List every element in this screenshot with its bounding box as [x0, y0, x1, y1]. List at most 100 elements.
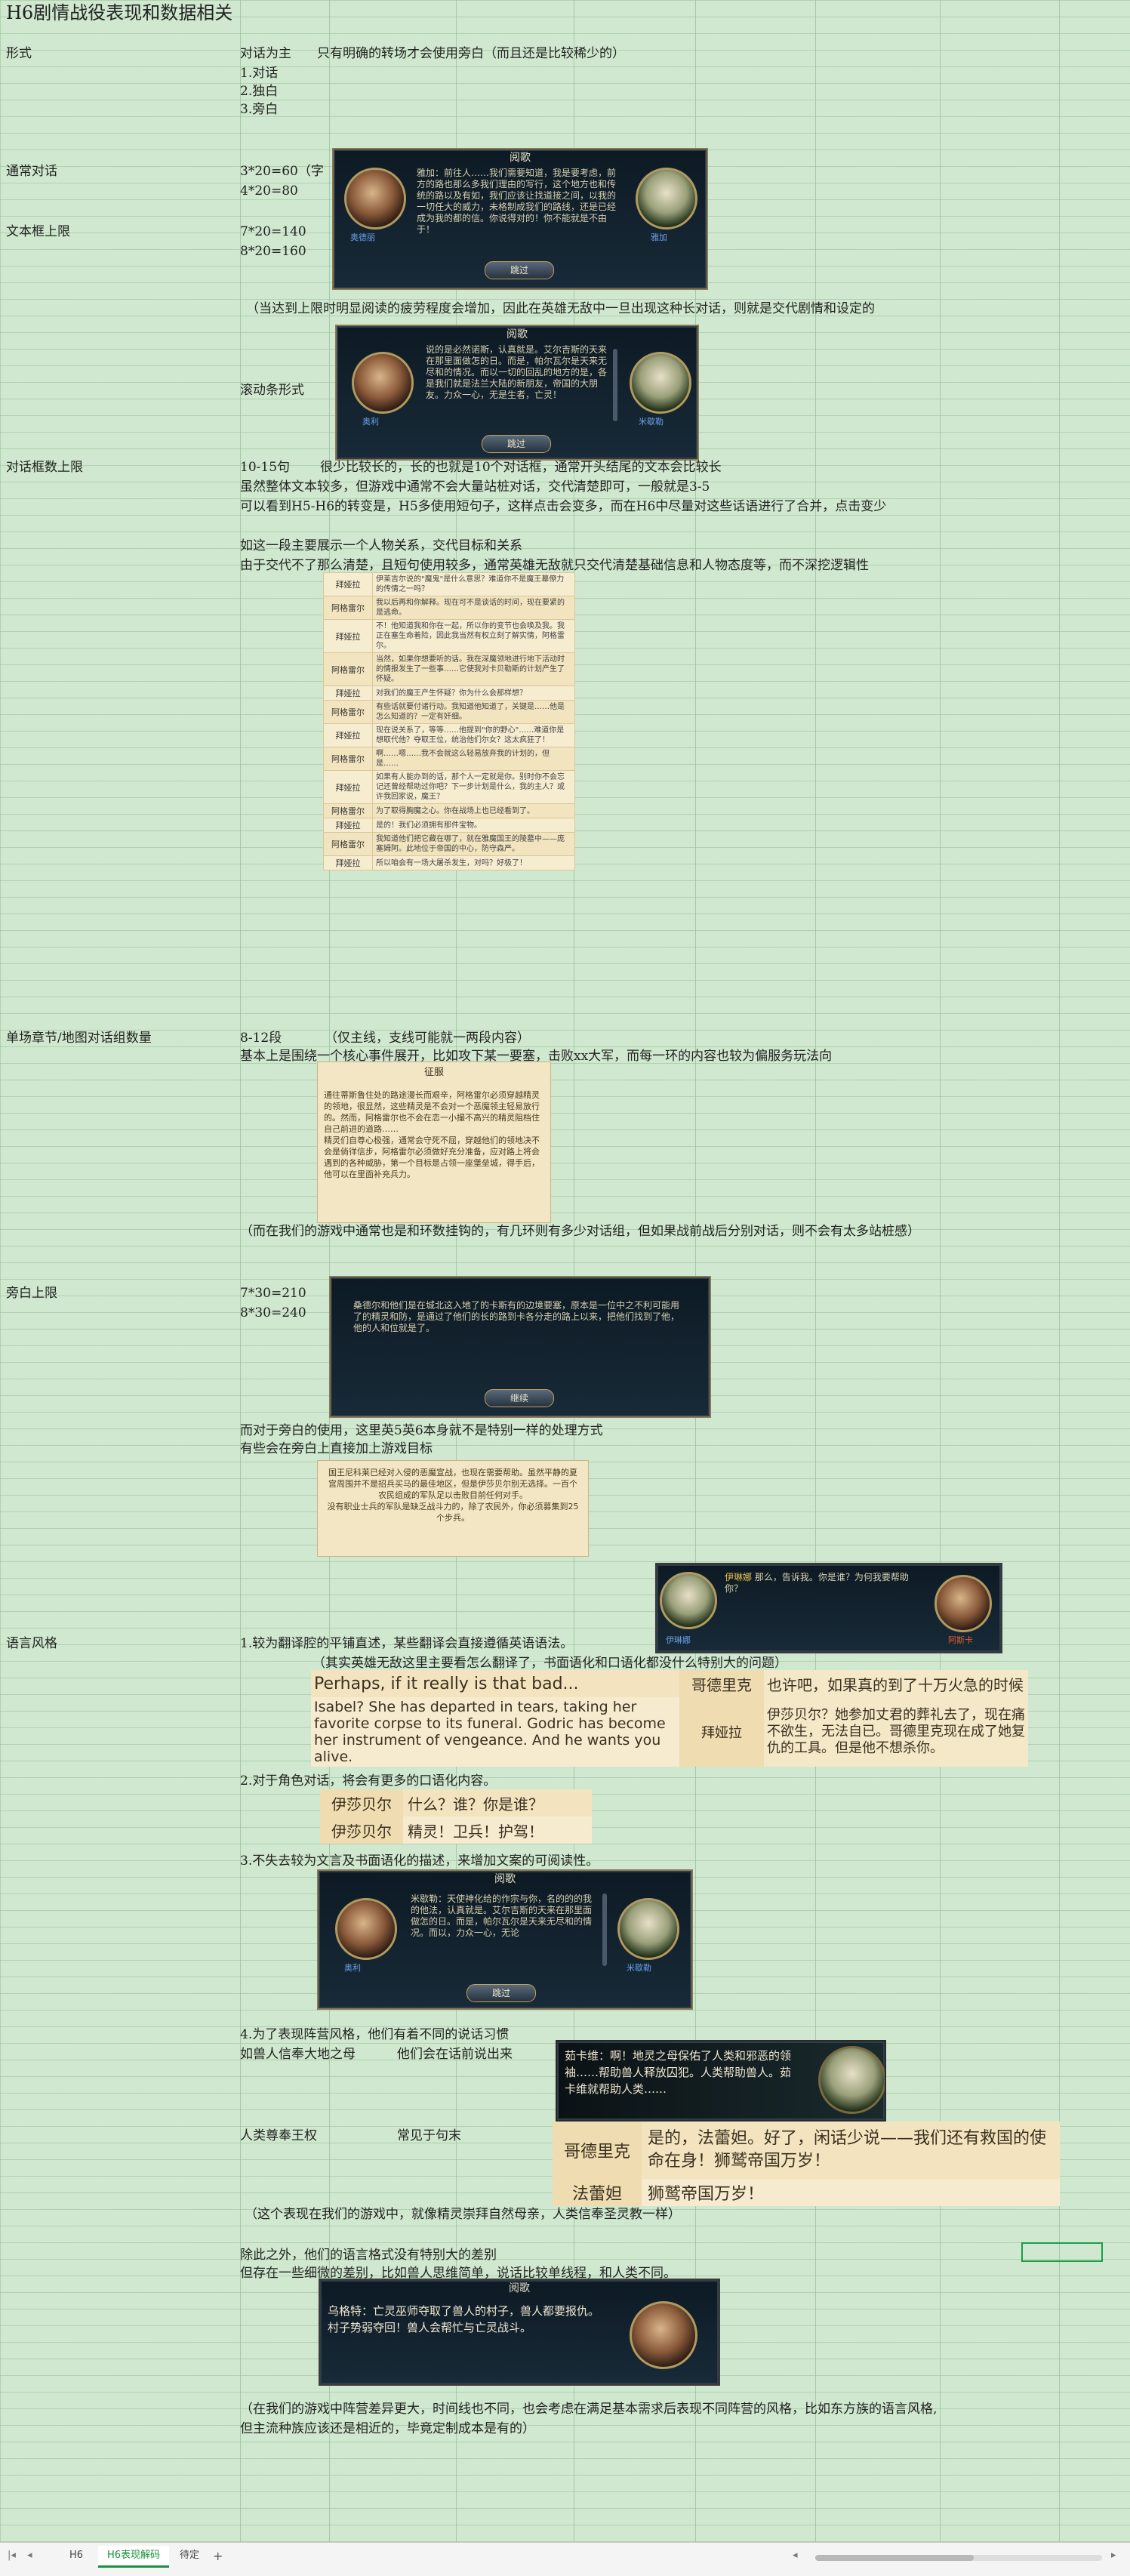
english-line: Perhaps, if it really is that bad...	[314, 1674, 579, 1693]
form-item: 2.独白	[240, 84, 279, 99]
speaker: 拜娅拉	[323, 770, 373, 804]
style-example: 人类尊奉王权	[240, 2128, 317, 2143]
speaker: 拜娅拉	[323, 723, 373, 747]
sheet-tab-active[interactable]: H6表现解码	[98, 2546, 170, 2568]
dialog-line: 啊……嗯……我不会就这么轻易放弃我的计划的，但是……	[372, 747, 575, 771]
scroll-left-icon[interactable]: ◂	[793, 2550, 798, 2561]
scrollbar-thumb[interactable]	[815, 2555, 974, 2561]
table-row: 阿格雷尔 啊……嗯……我不会就这么轻易放弃我的计划的，但是……	[323, 747, 575, 771]
row-label-count: 对话框数上限	[6, 460, 83, 475]
dialog-text: 通往蒂斯鲁住处的路途漫长而艰辛，阿格雷尔必须穿越精灵的领地，很显然，这些精灵是不…	[324, 1090, 540, 1179]
skip-button: 跳过	[466, 1984, 536, 2002]
dialog-line: 所以咱会有一场大屠杀发生，对吗？好极了！	[372, 855, 575, 870]
row-label-narration: 旁白上限	[6, 1286, 57, 1301]
style-note: （这个表现在我们的游戏中，就像精灵崇拜自然母亲，人类信奉圣灵教一样）	[245, 2207, 681, 2222]
dialog-line: 我以后再和你解释。现在可不是谈话的时间，现在要紧的是逃命。	[372, 596, 575, 620]
portrait-name: 雅加	[651, 233, 667, 242]
form-cell: 对话为主	[240, 46, 291, 61]
style-note: 1.较为翻译腔的平铺直述，某些翻译会直接遵循英语语法。	[240, 1636, 574, 1651]
dialog-line: 有些话就要付诸行动。我知道他知道了，关键是……他是怎么知道的？一定有奸细。	[372, 700, 575, 724]
dialog-scrollbar	[602, 1893, 607, 1966]
portrait-name: 伊琳娜	[666, 1635, 691, 1645]
nav-prev-icon[interactable]: ◂	[27, 2550, 32, 2561]
scroll-right-icon[interactable]: ▸	[1111, 2550, 1116, 2561]
scroll-form-label: 滚动条形式	[240, 383, 304, 398]
speaker: 拜娅拉	[323, 572, 373, 596]
speaker: 伊莎贝尔	[320, 1789, 403, 1816]
dialog-transcript-table: 拜娅拉 伊莱吉尔说的"魔鬼"是什么意思？难道你不是魔王幕僚力的传情之一吗？ 阿格雷尔…	[323, 572, 575, 870]
dialog-line: 不！他知道我和你在一起，所以你的变节也会唤及我。我正在塞生命着险，因此我当然有权…	[372, 619, 575, 653]
sheet-tab[interactable]: 待定	[171, 2546, 208, 2565]
style-note: （其实英雄无敌这里主要看怎么翻译了，书面语化和口语化都没什么特别大的问题）	[313, 1656, 787, 1671]
add-sheet-button[interactable]: +	[213, 2549, 223, 2563]
selected-cell[interactable]	[1021, 2242, 1103, 2262]
speaker-name: 伊琳娜	[725, 1572, 753, 1582]
speaker: 阿格雷尔	[323, 832, 373, 856]
dialog-text: 米歇勒：天使神化给的作宗与你，名的的的我的他法，认真就是。艾尔吉斯的天来在那里面…	[411, 1893, 593, 1938]
count-value: 10-15句	[240, 460, 291, 475]
nav-first-icon[interactable]: |◂	[8, 2550, 16, 2561]
speaker: 拜娅拉	[323, 818, 373, 833]
portrait-right	[934, 1575, 992, 1632]
count-note: 由于交代不了那么清楚，且短句使用较多，通常英雄无敌就只交代清楚基础信息和人物态度…	[240, 558, 869, 573]
table-row: 阿格雷尔 当然，如果你想要听的话。我在深魔领地进行地下活动时的情报发生了一些事………	[323, 652, 575, 686]
portrait-right	[636, 168, 697, 230]
table-row: 阿格雷尔 为了取得胸魔之心。你在战场上也已经看到了。	[323, 803, 575, 818]
dialog-text: 雅加：前往人……我们需要知道，我是要考虑，前方的路也那么多我们理由的写行，这个地…	[417, 168, 617, 235]
chinese-line: 也许吧，如果真的到了十万火急的时候	[764, 1670, 1028, 1697]
narration-value: 7*30=210	[240, 1286, 306, 1301]
horizontal-scrollbar[interactable]	[815, 2555, 1102, 2561]
speaker: 阿格雷尔	[323, 803, 373, 818]
row-label-box: 文本框上限	[6, 224, 70, 239]
speaker: 哥德里克	[679, 1670, 764, 1697]
table-row: 拜娅拉 如果有人能办到的话，那个人一定就是你。别时你不会忘记还曾经帮助过你吧？下一…	[323, 770, 575, 804]
style-example: 如兽人信奉大地之母	[240, 2047, 356, 2062]
game-dialog-screenshot: 阅歌 奥德丽 雅加：前往人……我们需要知道，我是要考虑，前方的路也那么多我们理由…	[332, 148, 708, 290]
portrait-right	[630, 2301, 697, 2369]
dialog-text: 茹卡维：啊！地灵之母保佑了人类和邪恶的领袖……帮助兽人释放囚犯。人类帮助兽人。茹…	[565, 2049, 792, 2096]
column-separator	[329, 0, 330, 2543]
skip-button: 跳过	[482, 435, 551, 453]
speaker: 阿格雷尔	[323, 652, 373, 686]
game-narration-screenshot: 桑德尔和他们是在城北这入地了的卡斯有的边境要塞，原本是一位中之不利可能用了的精灵…	[329, 1276, 711, 1418]
dialog-line: 如果有人能办到的话，那个人一定就是你。别时你不会忘记还曾经帮助过你吧？下一步计划…	[372, 770, 575, 804]
speaker: 哥德里克	[553, 2122, 642, 2179]
form-item: 1.对话	[240, 66, 279, 81]
portrait-left	[660, 1572, 717, 1629]
portrait-name: 米歇勒	[639, 417, 664, 427]
style-example: 常见于句末	[397, 2128, 461, 2143]
box-value: 7*20=140	[240, 224, 306, 239]
narration-note: 而对于旁白的使用，这里英5英6本身就不是特别一样的处理方式	[240, 1423, 603, 1438]
style-note: 但主流种族应该还是相近的，毕竟定制成本是有的）	[240, 2421, 535, 2436]
normal-value: 4*20=80	[240, 183, 298, 199]
row-label-style: 语言风格	[6, 1636, 57, 1651]
speaker: 拜娅拉	[323, 619, 373, 653]
portrait-right	[818, 2046, 885, 2114]
translation-compare-table: Perhaps, if it really is that bad... 哥德里…	[311, 1670, 1028, 1767]
english-line: Isabel? She has departed in tears, takin…	[314, 1699, 666, 1765]
game-dialog-screenshot: 阅歌 奥利 米歇勒：天使神化给的作宗与你，名的的的我的他法，认真就是。艾尔吉斯的…	[317, 1869, 693, 2010]
row-label-chapter: 单场章节/地图对话组数量	[6, 1031, 152, 1046]
table-row: 阿格雷尔 我以后再和你解释。现在可不是谈话的时间，现在要紧的是逃命。	[323, 596, 575, 620]
sheet-tab[interactable]: H6	[60, 2546, 92, 2565]
style-note: 3.不失去较为文言及书面语化的描述，来增加文案的可阅读性。	[240, 1853, 599, 1869]
row-label-form: 形式	[6, 46, 32, 61]
dialog-line: 什么？谁？你是谁？	[408, 1795, 543, 1813]
dialog-line: 那么，告诉我。你是谁？为何我要帮助你？	[725, 1572, 909, 1594]
table-row: 阿格雷尔 我知道他们把它藏在哪了，就在雅魔国王的陵墓中——庞塞姆阿。此地位于帝国的…	[323, 832, 575, 856]
table-row: 拜娅拉 现在说关系了，等等……他提到"你的野心"……难道你是想取代他？夺取王位，统…	[323, 723, 575, 747]
portrait-left	[352, 352, 414, 414]
dialog-title: 阅歌	[509, 2282, 530, 2294]
table-row: 拜娅拉 是的！我们必须拥有那件宝物。	[323, 818, 575, 833]
speaker: 拜娅拉	[323, 855, 373, 870]
chapter-value: 8-12段	[240, 1031, 282, 1046]
style-example: 他们会在话前说出来	[397, 2047, 513, 2062]
style-note: 除此之外，他们的语言格式没有特别大的差别	[240, 2248, 497, 2263]
sheet-tab-bar: |◂ ◂ H6 H6表现解码 待定 + ◂ ▸	[0, 2542, 1130, 2576]
dialog-line: 狮鹫帝国万岁！	[648, 2185, 765, 2204]
table-row: 拜娅拉 伊莱吉尔说的"魔鬼"是什么意思？难道你不是魔王幕僚力的传情之一吗？	[323, 572, 575, 596]
table-row: 拜娅拉 对我们的魔王产生怀疑？你为什么会那样想？	[323, 686, 575, 701]
count-note: 如这一段主要展示一个人物关系，交代目标和关系	[240, 538, 522, 553]
objective-text: 国王尼科莱已经对入侵的恶魔宣战，也现在需要帮助。虽然平静的夏宫周围并不是招兵买马…	[327, 1468, 579, 1523]
portrait-name: 奥德丽	[350, 233, 375, 242]
